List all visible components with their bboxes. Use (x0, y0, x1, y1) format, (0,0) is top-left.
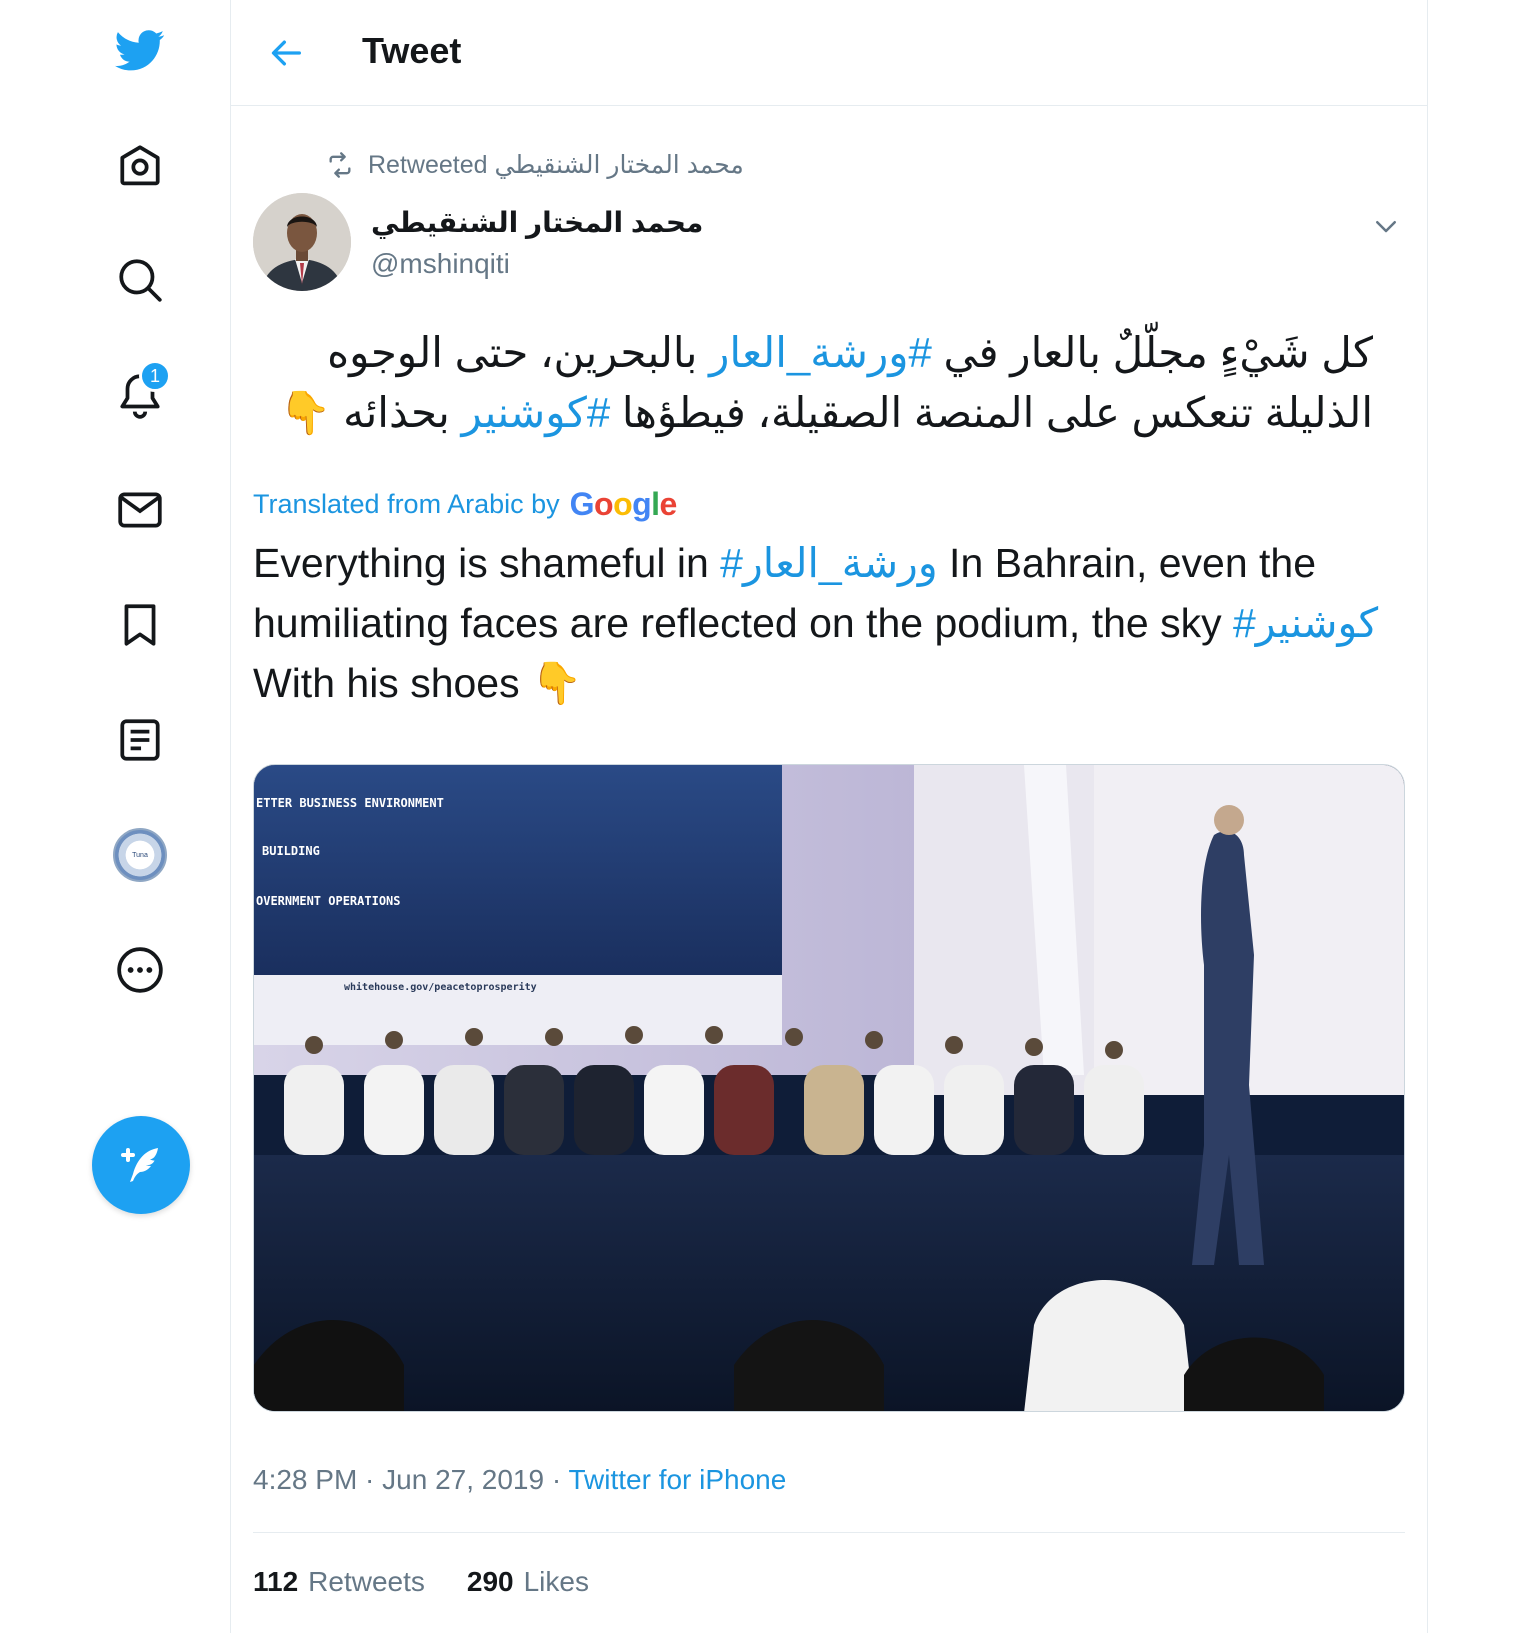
twitter-logo-icon[interactable] (100, 10, 180, 90)
list-icon (120, 719, 160, 761)
google-letter: o (594, 486, 614, 522)
author-avatar[interactable] (253, 193, 351, 291)
home-button[interactable] (100, 125, 180, 205)
screen-text-line-2: BUILDING (262, 844, 320, 858)
google-letter: G (569, 486, 595, 522)
search-icon (119, 259, 162, 302)
google-letter: e (659, 486, 678, 522)
twitter-bird-icon (115, 30, 165, 71)
retweet-context: محمد المختار الشنقيطي Retweeted (326, 150, 744, 180)
page-header: Tweet (231, 0, 1427, 106)
screen-url-text: whitehouse.gov/peacetoprosperity (344, 981, 537, 993)
arabic-text-3: بحذائه (331, 389, 462, 436)
tweet-text-arabic: كل شَيْءٍ مجلّلٌ بالعار في #ورشة_العار ب… (261, 323, 1373, 443)
author-handle[interactable]: @mshinqiti (371, 248, 510, 280)
english-text-1: Everything is shameful in (253, 540, 721, 586)
arrow-left-icon (271, 40, 301, 66)
retweeted-by-text[interactable]: محمد المختار الشنقيطي Retweeted (368, 150, 744, 180)
left-nav: 1 Tuna (0, 0, 230, 1633)
tweet-text-translated: Everything is shameful in ورشة_العار# In… (253, 533, 1383, 713)
compose-feather-icon (121, 1148, 158, 1182)
conference-photo: ETTER BUSINESS ENVIRONMENT BUILDING OVER… (254, 765, 1404, 1411)
main-column: Tweet محمد المختار الشنقيطي Retweeted مح… (230, 0, 1428, 1633)
bookmarks-button[interactable] (100, 585, 180, 665)
home-icon (120, 145, 160, 186)
profile-button[interactable]: Tuna (100, 815, 180, 895)
google-letter: o (613, 486, 633, 522)
more-button[interactable] (100, 930, 180, 1010)
profile-avatar-text: Tuna (132, 851, 148, 859)
lists-button[interactable] (100, 700, 180, 780)
notification-badge: 1 (139, 360, 171, 392)
google-letter: l (651, 486, 660, 522)
retweet-icon (329, 152, 351, 178)
pointing-down-emoji: 👇 (531, 660, 583, 706)
screen-text-line-3: OVERNMENT OPERATIONS (256, 894, 401, 908)
bookmark-icon (124, 604, 156, 646)
tweet-options-button[interactable] (1366, 206, 1406, 246)
google-logo: Google (569, 486, 678, 523)
tweet-source-link[interactable]: Twitter for iPhone (568, 1464, 786, 1495)
chevron-down-icon (1376, 221, 1396, 233)
messages-button[interactable] (100, 470, 180, 550)
hashtag-link[interactable]: #ورشة_العار (709, 329, 932, 376)
retweets-stat[interactable]: 112 Retweets (253, 1566, 425, 1598)
explore-button[interactable] (100, 240, 180, 320)
hashtag-link[interactable]: ورشة_العار# (720, 540, 938, 586)
pointing-down-emoji: 👇 (279, 389, 332, 436)
likes-stat[interactable]: 290 Likes (467, 1566, 589, 1598)
translated-label: Translated from Arabic by (253, 489, 560, 519)
compose-tweet-button[interactable] (92, 1116, 190, 1214)
hashtag-link[interactable]: #كوشنير (461, 389, 610, 436)
notifications-button[interactable]: 1 (100, 355, 180, 435)
envelope-icon (118, 492, 162, 528)
likes-count: 290 (466, 1566, 514, 1597)
arabic-text-1: كل شَيْءٍ مجلّلٌ بالعار في (931, 329, 1373, 376)
likes-label: Likes (523, 1566, 589, 1597)
english-text-3: With his shoes (253, 660, 531, 706)
more-dots-icon (117, 947, 163, 993)
author-display-name[interactable]: محمد المختار الشنقيطي (371, 206, 703, 239)
tweet-timestamp[interactable]: 4:28 PM · Jun 27, 2019 · (253, 1464, 568, 1495)
divider (253, 1532, 1405, 1533)
screen-text-line-1: ETTER BUSINESS ENVIRONMENT (256, 796, 444, 810)
hashtag-link[interactable]: كوشنير# (1233, 600, 1378, 646)
retweets-count: 112 (253, 1566, 299, 1597)
translation-attribution[interactable]: Translated from Arabic by Google (253, 486, 677, 523)
profile-avatar: Tuna (113, 828, 167, 882)
tweet-photo[interactable]: ETTER BUSINESS ENVIRONMENT BUILDING OVER… (253, 764, 1405, 1412)
author-photo (253, 193, 351, 291)
tweet-meta: 4:28 PM · Jun 27, 2019 · Twitter for iPh… (253, 1464, 786, 1496)
retweets-label: Retweets (308, 1566, 425, 1597)
google-letter: g (632, 486, 652, 522)
tweet-stats: 112 Retweets 290 Likes (253, 1566, 631, 1598)
back-button[interactable] (261, 28, 311, 78)
page-title: Tweet (362, 30, 462, 71)
